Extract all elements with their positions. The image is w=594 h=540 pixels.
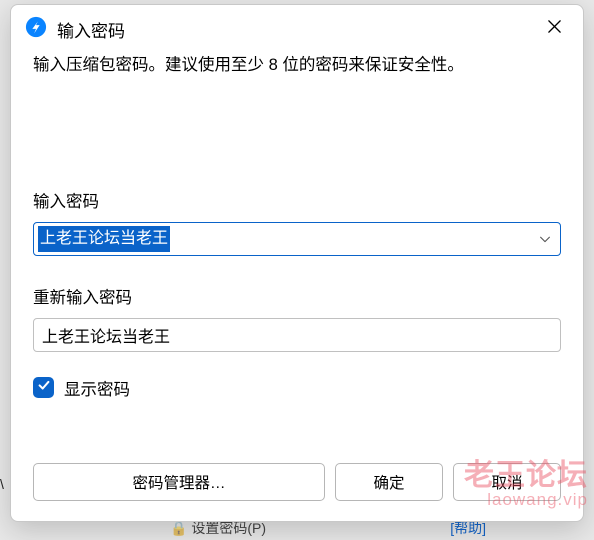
app-icon xyxy=(25,16,47,43)
show-password-label: 显示密码 xyxy=(64,376,130,400)
ok-button[interactable]: 确定 xyxy=(335,463,443,501)
confirm-password-label: 重新输入密码 xyxy=(33,284,561,308)
show-password-row[interactable]: 显示密码 xyxy=(33,376,561,400)
button-row: 密码管理器… 确定 取消 xyxy=(11,463,583,521)
title-bar: 输入密码 xyxy=(11,5,583,49)
show-password-checkbox[interactable] xyxy=(33,377,54,398)
checkmark-icon xyxy=(37,378,51,397)
password-value-selected: 上老王论坛当老王 xyxy=(38,226,170,252)
password-dialog: 输入密码 输入压缩包密码。建议使用至少 8 位的密码来保证安全性。 输入密码 上… xyxy=(10,4,584,522)
password-combo[interactable]: 上老王论坛当老王 xyxy=(33,222,561,256)
dialog-title: 输入密码 xyxy=(57,17,527,42)
background-fragment-left: \ xyxy=(0,476,4,492)
chevron-down-icon xyxy=(538,232,552,246)
cancel-button[interactable]: 取消 xyxy=(453,463,561,501)
password-label: 输入密码 xyxy=(33,188,561,212)
close-icon xyxy=(547,19,562,39)
password-manager-button[interactable]: 密码管理器… xyxy=(33,463,325,501)
close-button[interactable] xyxy=(537,15,571,43)
dialog-body: 输入压缩包密码。建议使用至少 8 位的密码来保证安全性。 输入密码 上老王论坛当… xyxy=(11,49,583,463)
confirm-password-input[interactable] xyxy=(33,318,561,352)
instruction-text: 输入压缩包密码。建议使用至少 8 位的密码来保证安全性。 xyxy=(33,53,561,78)
